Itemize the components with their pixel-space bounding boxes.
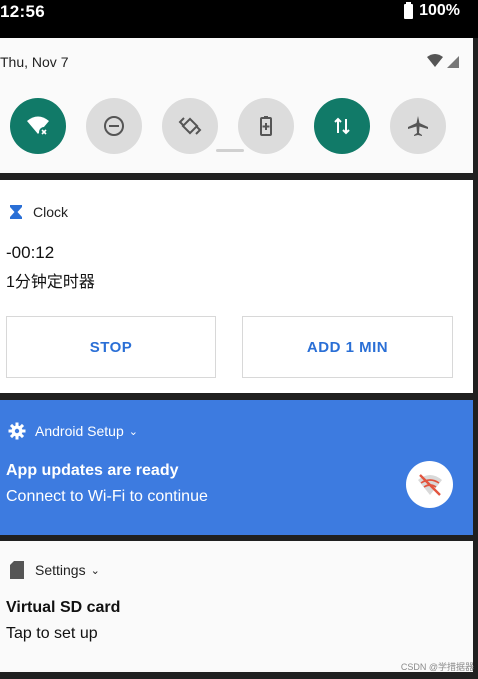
qs-tile-rotate[interactable] bbox=[162, 98, 218, 154]
qs-tile-dnd[interactable] bbox=[86, 98, 142, 154]
wifi-off-icon bbox=[27, 116, 49, 137]
timer-remaining: -00:12 bbox=[6, 243, 55, 262]
setup-notification-title: App updates are ready bbox=[6, 462, 179, 479]
status-time: 12:56 bbox=[0, 2, 45, 21]
wifi-off-icon bbox=[417, 473, 442, 496]
qs-tile-wifi[interactable] bbox=[10, 98, 66, 154]
qs-tiles bbox=[10, 98, 450, 156]
quick-settings-panel: Thu, Nov 7 bbox=[0, 38, 473, 173]
auto-rotate-icon bbox=[178, 117, 202, 135]
hourglass-icon bbox=[10, 205, 22, 219]
do-not-disturb-icon bbox=[104, 116, 124, 136]
qs-tile-airplane[interactable] bbox=[390, 98, 446, 154]
qs-tile-battery-saver[interactable] bbox=[238, 98, 294, 154]
wifi-signal-icon bbox=[427, 54, 443, 67]
mobile-data-icon bbox=[334, 117, 350, 135]
settings-notification[interactable]: Settings ⌄ Virtual SD card Tap to set up bbox=[0, 541, 473, 672]
qs-status-icons bbox=[426, 54, 459, 68]
sd-card-icon bbox=[10, 561, 24, 579]
qs-tile-mobile-data[interactable] bbox=[314, 98, 370, 154]
watermark: CSDN @学措据器 bbox=[400, 662, 474, 672]
cell-signal-icon bbox=[447, 56, 459, 68]
settings-notification-title: Virtual SD card bbox=[6, 599, 121, 616]
wifi-off-badge bbox=[406, 461, 453, 508]
setup-notification-text: Connect to Wi-Fi to continue bbox=[6, 488, 208, 505]
add-1-min-button[interactable]: ADD 1 MIN bbox=[242, 316, 453, 378]
status-bar: 12:56 100% bbox=[0, 0, 478, 38]
setup-app-name: Android Setup bbox=[35, 423, 124, 439]
qs-expand-handle[interactable] bbox=[216, 149, 244, 152]
stop-button[interactable]: STOP bbox=[6, 316, 216, 378]
settings-app-name: Settings bbox=[35, 562, 86, 578]
settings-notification-text: Tap to set up bbox=[6, 625, 98, 642]
chevron-down-icon[interactable]: ⌄ bbox=[91, 564, 100, 577]
timer-label: 1分钟定时器 bbox=[6, 274, 95, 291]
battery-saver-icon bbox=[260, 116, 272, 136]
battery-icon bbox=[404, 1, 414, 19]
clock-notification[interactable]: Clock -00:12 1分钟定时器 STOP ADD 1 MIN bbox=[0, 180, 473, 393]
clock-notification-header: Clock bbox=[8, 204, 68, 220]
qs-date: Thu, Nov 7 bbox=[0, 54, 69, 70]
battery-level: 100% bbox=[419, 2, 460, 19]
settings-notification-header: Settings ⌄ bbox=[8, 560, 100, 580]
clock-app-name: Clock bbox=[33, 204, 69, 220]
setup-notification-header: Android Setup ⌄ bbox=[8, 422, 138, 440]
gear-icon bbox=[8, 422, 26, 440]
airplane-mode-icon bbox=[408, 116, 428, 136]
status-right: 100% bbox=[404, 1, 460, 20]
chevron-down-icon[interactable]: ⌄ bbox=[129, 425, 138, 438]
setup-notification[interactable]: Android Setup ⌄ App updates are ready Co… bbox=[0, 400, 473, 535]
